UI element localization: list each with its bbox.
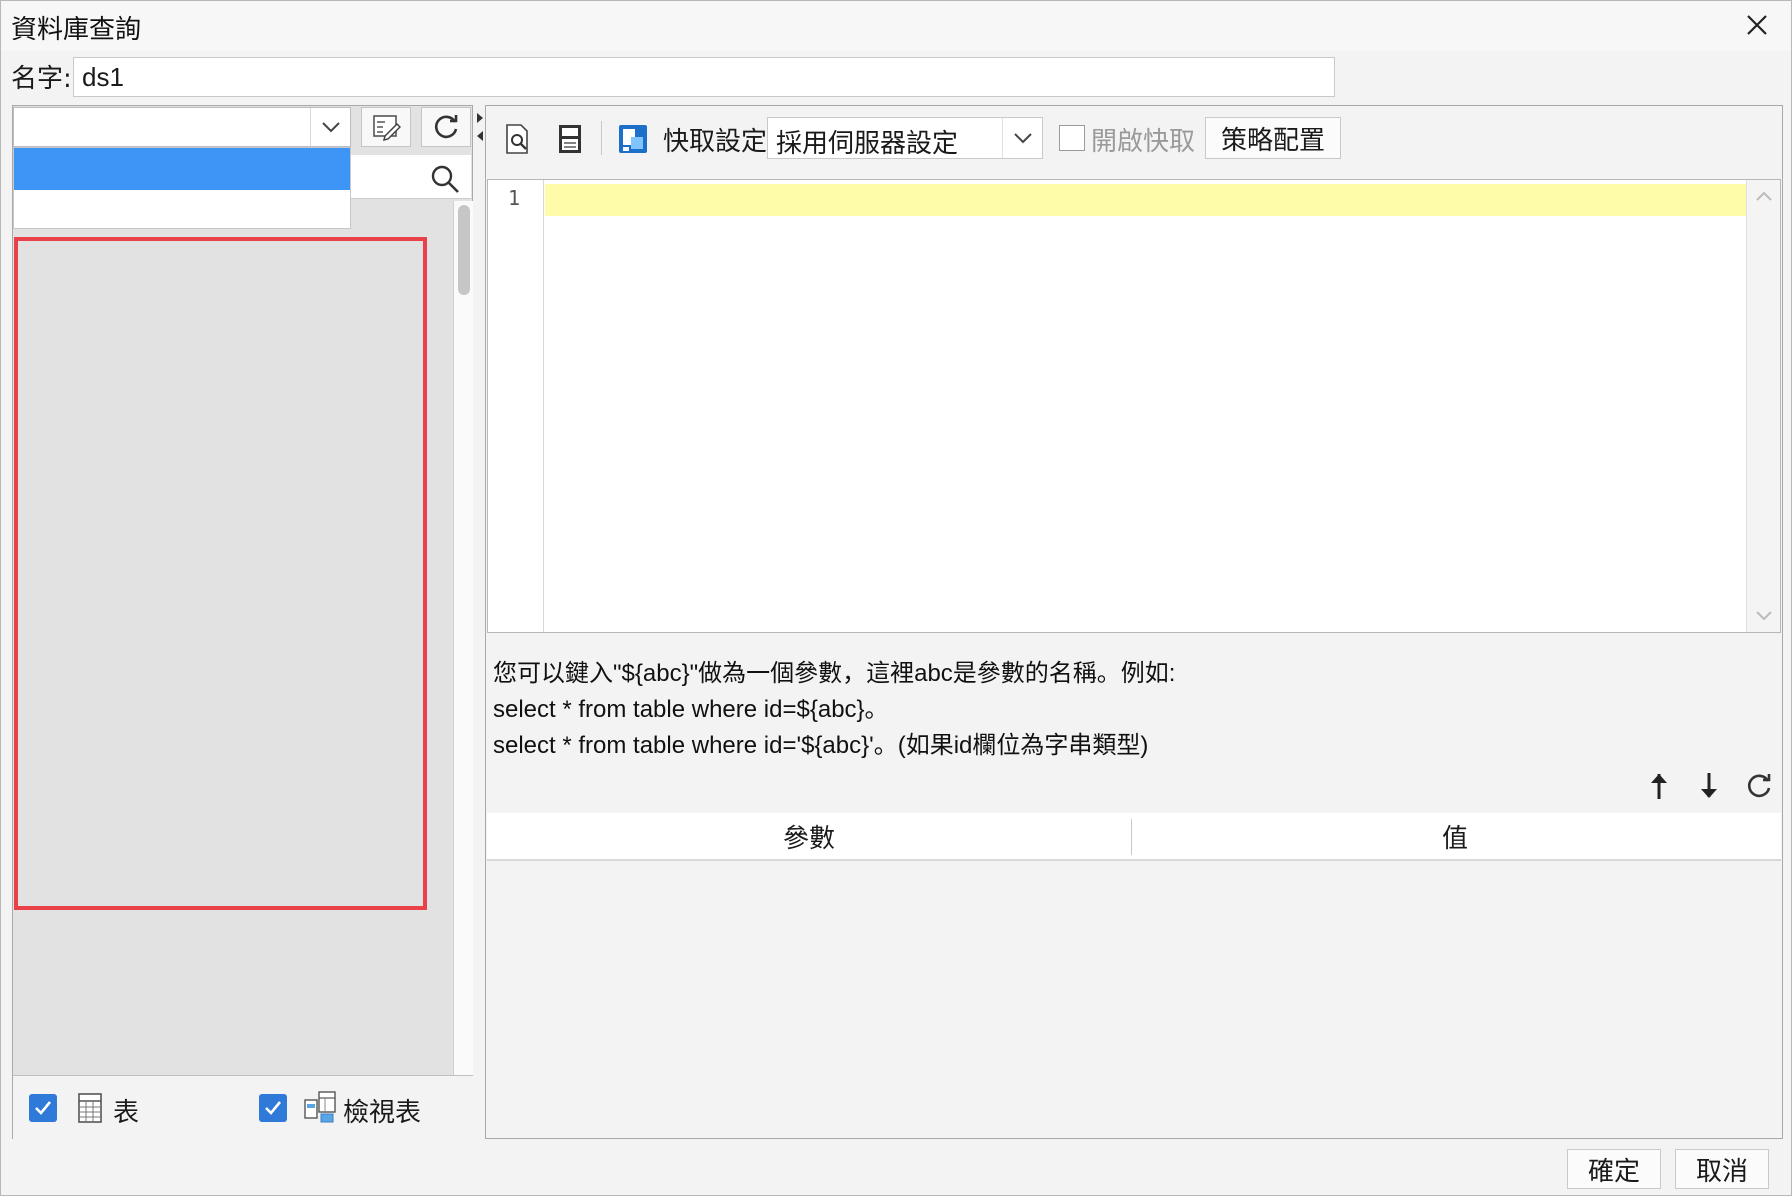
column-header-value[interactable]: 值 [1132, 813, 1778, 859]
database-query-dialog: 資料庫查詢 名字: ds1 表 檢視表 快取設定 採用伺服器設定 開啟快取 策略… [0, 0, 1792, 1196]
edit-connection-button[interactable] [361, 107, 411, 147]
move-up-button[interactable] [1641, 769, 1677, 803]
move-down-button[interactable] [1691, 769, 1727, 803]
tree-scroll-thumb[interactable] [458, 205, 470, 295]
refresh-params-button[interactable] [1741, 769, 1777, 803]
sql-editor[interactable]: 1 [487, 179, 1781, 633]
views-label: 檢視表 [343, 1098, 422, 1128]
search-button[interactable] [427, 161, 463, 197]
column-header-param[interactable]: 參數 [487, 813, 1131, 859]
cache-dropdown-button[interactable] [1002, 118, 1042, 158]
cache-settings-label: 快取設定 [663, 127, 768, 157]
editor-scrollbar[interactable] [1746, 180, 1780, 632]
scroll-up-icon [1756, 191, 1772, 201]
name-row: 名字: [11, 57, 80, 95]
ok-button[interactable]: 確定 [1567, 1149, 1661, 1189]
hint-line-3: select * from table where id='${abc}'。(如… [493, 732, 1149, 759]
splitter-handle[interactable] [475, 109, 485, 145]
highlight-annotation [14, 237, 427, 910]
collapse-arrows-icon [477, 113, 483, 141]
views-checkbox[interactable] [259, 1094, 287, 1122]
cache-mode-select[interactable]: 採用伺服器設定 [767, 117, 1043, 159]
enable-cache-checkbox[interactable] [1059, 125, 1085, 151]
scroll-down-icon [1756, 611, 1772, 621]
title-bar: 資料庫查詢 [1, 1, 1791, 51]
connection-dropdown-list [13, 147, 351, 229]
sql-button[interactable] [553, 119, 587, 159]
preview-button[interactable] [501, 119, 535, 159]
window-title: 資料庫查詢 [11, 15, 142, 45]
line-gutter: 1 [488, 180, 544, 632]
edit-connection-icon [373, 115, 401, 142]
cache-mode-value: 採用伺服器設定 [776, 129, 959, 159]
check-icon [265, 1101, 282, 1115]
preview-icon [506, 124, 528, 154]
tables-label: 表 [113, 1098, 140, 1128]
check-icon [35, 1101, 52, 1115]
hint-line-1: 您可以鍵入"${abc}"做為一個參數，這裡abc是參數的名稱。例如: [493, 660, 1176, 687]
enable-cache-label: 開啟快取 [1091, 127, 1196, 157]
refresh-connection-button[interactable] [421, 107, 471, 147]
refresh-icon [435, 115, 458, 139]
table-icon [78, 1093, 102, 1123]
name-field[interactable]: ds1 [73, 57, 1335, 97]
close-icon [1747, 15, 1767, 35]
strategy-config-button[interactable]: 策略配置 [1205, 117, 1341, 159]
view-icon [304, 1091, 336, 1123]
parameter-table: 參數 值 [487, 813, 1781, 1135]
arrow-down-icon [1701, 773, 1717, 798]
dropdown-item-selected[interactable] [14, 148, 350, 190]
object-type-filter: 表 檢視表 [13, 1075, 473, 1139]
tree-scrollbar[interactable] [453, 201, 473, 1075]
chevron-down-icon [321, 122, 340, 133]
sql-file-icon [559, 125, 581, 153]
arrow-up-icon [1651, 774, 1667, 799]
current-line-highlight [545, 184, 1747, 216]
tables-checkbox[interactable] [29, 1094, 57, 1122]
line-number: 1 [508, 186, 521, 210]
refresh-icon [1748, 774, 1771, 798]
cache-icon [619, 125, 647, 153]
chevron-down-icon [1013, 133, 1032, 144]
hint-line-2: select * from table where id=${abc}。 [493, 696, 889, 723]
cache-settings-button[interactable] [615, 119, 651, 159]
name-label: 名字: [11, 63, 72, 94]
toolbar-separator [601, 121, 602, 155]
connection-select[interactable] [13, 107, 351, 147]
cancel-button[interactable]: 取消 [1675, 1149, 1769, 1189]
close-button[interactable] [1737, 5, 1777, 45]
connection-dropdown-button[interactable] [310, 108, 350, 146]
search-icon [431, 165, 459, 193]
parameter-table-header: 參數 值 [487, 813, 1781, 861]
